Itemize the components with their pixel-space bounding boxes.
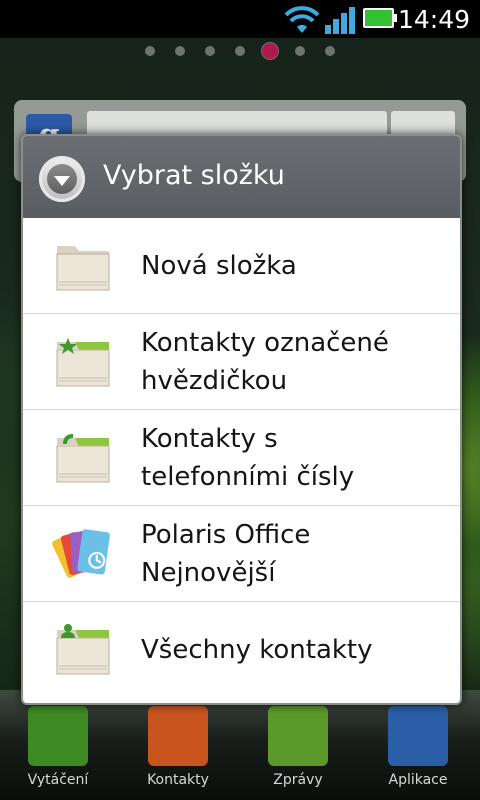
app-dock: Vytáčení Kontakty Zprávy Aplikace bbox=[0, 690, 480, 800]
folder-item-label: Kontakty označené hvězdičkou bbox=[141, 328, 389, 396]
messages-icon[interactable] bbox=[268, 706, 328, 766]
folder-item-starred-contacts[interactable]: Kontakty označené hvězdičkou bbox=[23, 314, 460, 410]
dialog-header: Vybrat složku bbox=[23, 136, 460, 218]
dock-label: Zprávy bbox=[273, 772, 323, 788]
status-bar: 14:49 bbox=[0, 0, 480, 38]
dock-app-applications[interactable]: Aplikace bbox=[368, 706, 468, 796]
folder-item-all-contacts[interactable]: Všechny kontakty bbox=[23, 602, 460, 698]
folder-item-label: Nová složka bbox=[141, 251, 297, 281]
battery-icon bbox=[363, 8, 397, 28]
dialog-title: Vybrat složku bbox=[103, 160, 285, 191]
choose-folder-dialog: Vybrat složku Nová složka Kontakty označ… bbox=[21, 134, 462, 705]
page-dot-active[interactable] bbox=[261, 42, 279, 60]
dropdown-circle-icon bbox=[39, 156, 85, 202]
page-dot[interactable] bbox=[325, 46, 335, 56]
dock-app-contacts[interactable]: Kontakty bbox=[128, 706, 228, 796]
dock-app-messages[interactable]: Zprávy bbox=[248, 706, 348, 796]
page-dot[interactable] bbox=[175, 46, 185, 56]
folder-item-new-folder[interactable]: Nová složka bbox=[23, 218, 460, 314]
page-dot[interactable] bbox=[205, 46, 215, 56]
page-dot[interactable] bbox=[295, 46, 305, 56]
folder-item-contacts-with-phone[interactable]: Kontakty s telefonními čísly bbox=[23, 410, 460, 506]
page-indicator bbox=[0, 42, 480, 63]
folder-item-label: Polaris Office Nejnovější bbox=[141, 520, 311, 588]
phone-icon[interactable] bbox=[28, 706, 88, 766]
folder-item-polaris-office[interactable]: Polaris Office Nejnovější bbox=[23, 506, 460, 602]
folder-item-label: Kontakty s telefonními čísly bbox=[141, 424, 355, 492]
signal-icon bbox=[325, 7, 355, 34]
wifi-icon bbox=[284, 6, 320, 33]
apps-grid-icon[interactable] bbox=[388, 706, 448, 766]
starred-folder-icon bbox=[56, 338, 110, 387]
phone-folder-icon bbox=[56, 434, 110, 483]
page-dot[interactable] bbox=[235, 46, 245, 56]
folder-list: Nová složka Kontakty označené hvězdičkou bbox=[23, 218, 460, 698]
contacts-icon[interactable] bbox=[148, 706, 208, 766]
polaris-office-icon bbox=[52, 529, 110, 578]
dock-app-dialer[interactable]: Vytáčení bbox=[8, 706, 108, 796]
folder-icon bbox=[56, 246, 110, 291]
dock-label: Vytáčení bbox=[27, 772, 89, 788]
status-time: 14:49 bbox=[397, 5, 470, 34]
page-dot[interactable] bbox=[145, 46, 155, 56]
contacts-folder-icon bbox=[56, 624, 110, 675]
folder-item-label: Všechny kontakty bbox=[141, 635, 373, 665]
dock-label: Aplikace bbox=[388, 772, 448, 788]
dock-label: Kontakty bbox=[147, 772, 209, 788]
